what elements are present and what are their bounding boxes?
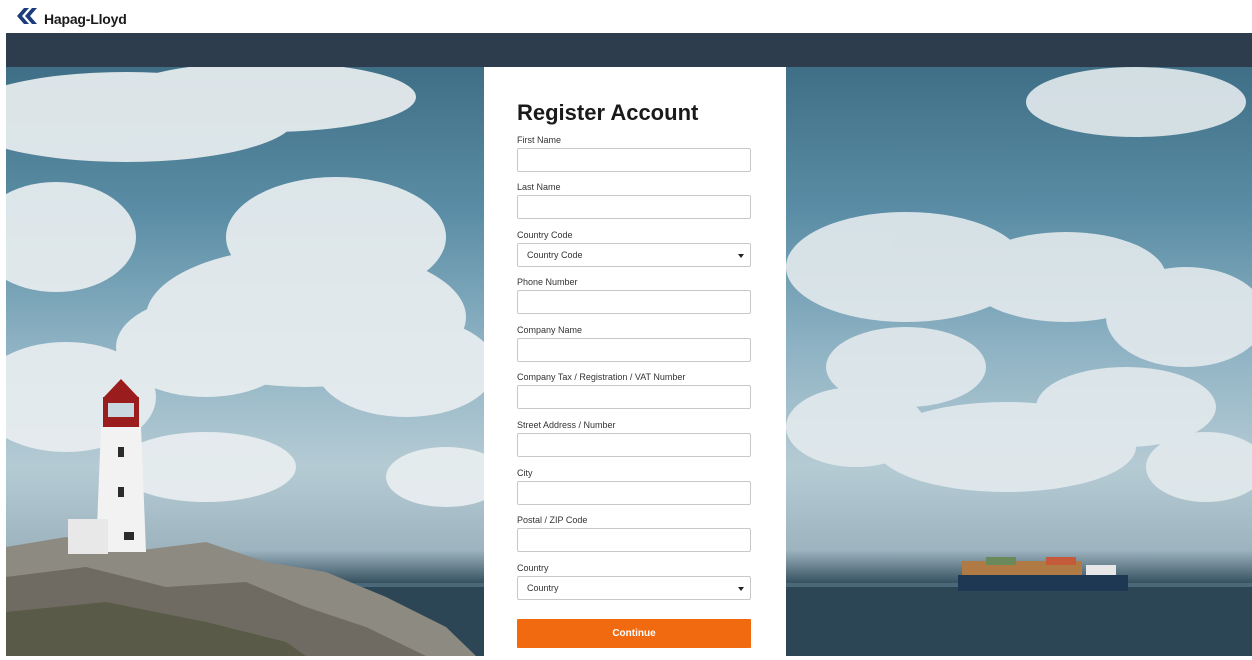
postal-code-label: Postal / ZIP Code xyxy=(517,515,588,525)
country-select[interactable]: Country xyxy=(517,576,751,600)
postal-code-input[interactable] xyxy=(517,528,751,552)
phone-number-label: Phone Number xyxy=(517,277,578,287)
country-code-value: Country Code xyxy=(527,250,583,260)
brand-name: Hapag-Lloyd xyxy=(44,10,127,27)
street-address-input[interactable] xyxy=(517,433,751,457)
first-name-input[interactable] xyxy=(517,148,751,172)
company-tax-input[interactable] xyxy=(517,385,751,409)
last-name-input[interactable] xyxy=(517,195,751,219)
top-header: Hapag-Lloyd xyxy=(0,0,1252,33)
phone-number-input[interactable] xyxy=(517,290,751,314)
company-name-input[interactable] xyxy=(517,338,751,362)
city-label: City xyxy=(517,468,533,478)
country-code-label: Country Code xyxy=(517,230,573,240)
first-name-label: First Name xyxy=(517,135,562,145)
continue-button[interactable]: Continue xyxy=(517,619,751,648)
street-address-label: Street Address / Number xyxy=(517,420,616,430)
hapag-lloyd-logo-icon xyxy=(16,8,38,29)
city-input[interactable] xyxy=(517,481,751,505)
navigation-bar xyxy=(6,33,1252,67)
caret-down-icon xyxy=(738,587,744,591)
caret-down-icon xyxy=(738,254,744,258)
page-title: Register Account xyxy=(517,100,699,125)
register-card: Register Account First Name Last Name Co… xyxy=(484,67,786,656)
company-name-label: Company Name xyxy=(517,325,583,335)
company-tax-label: Company Tax / Registration / VAT Number xyxy=(517,372,686,382)
country-code-select[interactable]: Country Code xyxy=(517,243,751,267)
brand-logo[interactable]: Hapag-Lloyd xyxy=(16,8,127,29)
country-value: Country xyxy=(527,583,559,593)
last-name-label: Last Name xyxy=(517,182,561,192)
country-label: Country xyxy=(517,563,549,573)
